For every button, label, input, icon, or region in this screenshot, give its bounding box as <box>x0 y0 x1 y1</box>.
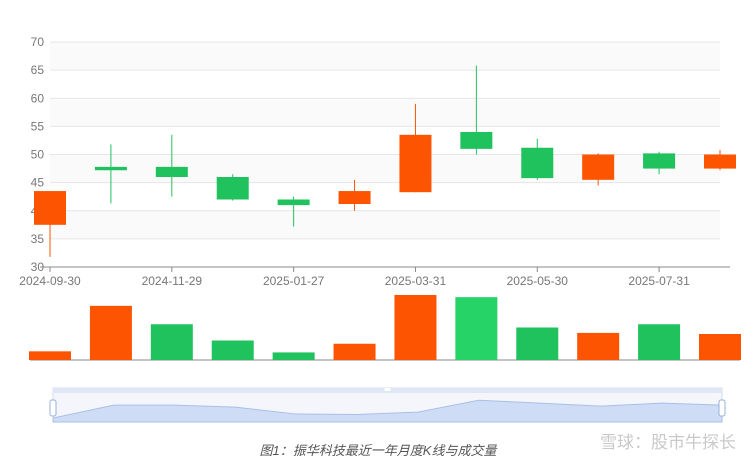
volume-bar-3 <box>150 324 193 360</box>
y-tick-label: 60 <box>31 91 45 105</box>
grid-band <box>50 154 720 183</box>
watermark: 雪球：股市牛探长 <box>600 433 736 453</box>
candle-body <box>582 154 615 180</box>
y-tick-label: 50 <box>31 148 45 162</box>
candle-body <box>704 154 736 169</box>
volume-bars <box>29 295 741 361</box>
y-axis: 303540455055606570 <box>31 35 45 274</box>
volume-bar-8 <box>455 297 498 360</box>
candle-body <box>155 166 188 177</box>
candle-4 <box>216 174 249 201</box>
y-tick-label: 35 <box>31 232 45 246</box>
x-tick-label: 2025-01-27 <box>263 274 325 288</box>
x-axis: 2024-09-30 2024-11-29 2025-01-27 2025-03-31… <box>19 266 730 288</box>
volume-bar-7 <box>394 295 437 360</box>
x-tick-label: 2025-03-31 <box>385 274 447 288</box>
candle-body <box>643 153 676 169</box>
candle-body <box>34 191 66 225</box>
y-tick-label: 70 <box>31 35 45 49</box>
grid-band <box>50 42 720 71</box>
volume-bar-5 <box>272 352 315 360</box>
volume-bar-10 <box>577 332 620 360</box>
candle-body <box>521 147 554 179</box>
x-tick-label: 2024-09-30 <box>19 274 81 288</box>
candle-body <box>338 191 371 204</box>
volume-bar-9 <box>516 327 559 360</box>
candle-body <box>277 199 310 206</box>
x-tick-label: 2024-11-29 <box>142 274 203 288</box>
navigator-left-handle[interactable] <box>49 399 57 417</box>
grid-lines <box>50 41 720 268</box>
x-tick-label: 2025-05-30 <box>507 274 569 288</box>
grid-band <box>50 98 720 127</box>
volume-bar-1 <box>29 351 71 360</box>
grid-band <box>50 210 720 239</box>
volume-bar-11 <box>638 324 681 360</box>
y-tick-label: 55 <box>31 119 45 133</box>
candle-9 <box>521 138 554 180</box>
volume-bar-6 <box>333 343 376 360</box>
range-navigator[interactable] <box>49 387 726 423</box>
candle-12 <box>704 150 736 171</box>
candle-1 <box>34 191 66 257</box>
candle-body <box>399 134 432 193</box>
y-tick-label: 45 <box>31 176 45 190</box>
navigator-grip-icon[interactable] <box>384 388 391 391</box>
kline-chart: 303540455055606570 2024-09-302024-11-292… <box>19 35 741 423</box>
navigator-right-handle[interactable] <box>718 399 726 417</box>
candle-body <box>94 166 127 171</box>
x-tick-label: 2025-07-31 <box>628 274 690 288</box>
y-tick-label: 65 <box>31 63 45 77</box>
volume-bar-4 <box>211 340 254 360</box>
candle-body <box>216 177 249 200</box>
volume-bar-12 <box>699 334 741 360</box>
candle-body <box>460 132 493 149</box>
candle-6 <box>338 179 371 211</box>
volume-bar-2 <box>89 305 132 360</box>
